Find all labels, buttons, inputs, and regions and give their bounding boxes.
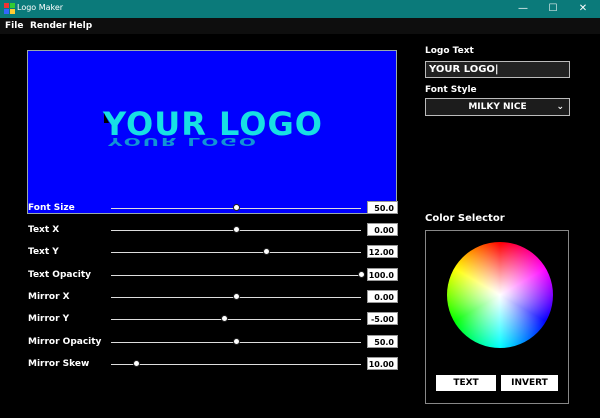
slider-label: Mirror Opacity — [28, 337, 102, 347]
slider-label: Font Size — [28, 203, 75, 213]
slider-thumb[interactable] — [233, 226, 240, 233]
slider-thumb[interactable] — [358, 271, 365, 278]
slider-value-field[interactable]: 0.00 — [367, 223, 398, 236]
slider-row: Font Size 50.0 — [28, 201, 400, 217]
color-selector-panel: TEXT INVERT — [425, 230, 569, 404]
slider-thumb[interactable] — [233, 204, 240, 211]
mouse-cursor-icon — [104, 113, 109, 123]
slider-value-field[interactable]: 100.0 — [367, 268, 398, 281]
slider-label: Mirror X — [28, 292, 70, 302]
app-icon — [4, 3, 15, 14]
logo-text-label: Logo Text — [425, 46, 474, 56]
font-style-value: MILKY NICE — [468, 102, 527, 112]
slider-track[interactable] — [111, 252, 361, 253]
chevron-down-icon: ⌄ — [556, 102, 564, 112]
slider-row: Mirror X 0.00 — [28, 290, 400, 306]
slider-label: Text X — [28, 225, 60, 235]
slider-value-field[interactable]: 12.00 — [367, 245, 398, 258]
slider-thumb[interactable] — [133, 360, 140, 367]
font-style-label: Font Style — [425, 85, 477, 95]
slider-track[interactable] — [111, 364, 361, 365]
invert-button[interactable]: INVERT — [501, 375, 558, 391]
slider-thumb[interactable] — [233, 338, 240, 345]
slider-label: Mirror Y — [28, 314, 70, 324]
slider-label: Text Y — [28, 247, 59, 257]
slider-track[interactable] — [111, 319, 361, 320]
logo-text-input[interactable]: YOUR LOGO| — [425, 61, 570, 78]
menu-file[interactable]: File — [5, 21, 23, 31]
slider-row: Text Y 12.00 — [28, 245, 400, 261]
color-wheel[interactable] — [447, 242, 553, 348]
slider-value-field[interactable]: -5.00 — [367, 312, 398, 325]
menu-render[interactable]: Render — [30, 21, 66, 31]
main-area: YOUR LOGO YOUR LOGO Font Size 50.0 Text X 0… — [0, 34, 600, 418]
maximize-button[interactable]: ☐ — [538, 0, 568, 18]
slider-label: Text Opacity — [28, 270, 92, 280]
logo-mirror-preview: YOUR LOGO — [108, 135, 258, 149]
menu-bar: File Render Help — [0, 18, 600, 34]
font-style-select[interactable]: MILKY NICE ⌄ — [425, 98, 570, 116]
slider-thumb[interactable] — [263, 248, 270, 255]
slider-value-field[interactable]: 0.00 — [367, 290, 398, 303]
window-title: Logo Maker — [17, 3, 64, 12]
slider-row: Text X 0.00 — [28, 223, 400, 239]
close-button[interactable]: ✕ — [568, 0, 598, 18]
menu-help[interactable]: Help — [69, 21, 92, 31]
slider-value-field[interactable]: 10.00 — [367, 357, 398, 370]
slider-thumb[interactable] — [220, 315, 228, 322]
slider-row: Mirror Y -5.00 — [28, 312, 400, 328]
slider-value-field[interactable]: 50.0 — [367, 335, 398, 348]
slider-track[interactable] — [111, 275, 361, 276]
color-selector-label: Color Selector — [425, 213, 505, 224]
slider-row: Text Opacity 100.0 — [28, 268, 400, 284]
logo-preview-canvas[interactable]: YOUR LOGO YOUR LOGO — [27, 50, 397, 214]
slider-value-field[interactable]: 50.0 — [367, 201, 398, 214]
title-bar: Logo Maker — ☐ ✕ — [0, 0, 600, 18]
slider-row: Mirror Opacity 50.0 — [28, 335, 400, 351]
text-color-button[interactable]: TEXT — [436, 375, 496, 391]
slider-row: Mirror Skew 10.00 — [28, 357, 400, 373]
slider-label: Mirror Skew — [28, 359, 90, 369]
minimize-button[interactable]: — — [508, 0, 538, 18]
slider-thumb[interactable] — [233, 293, 240, 300]
